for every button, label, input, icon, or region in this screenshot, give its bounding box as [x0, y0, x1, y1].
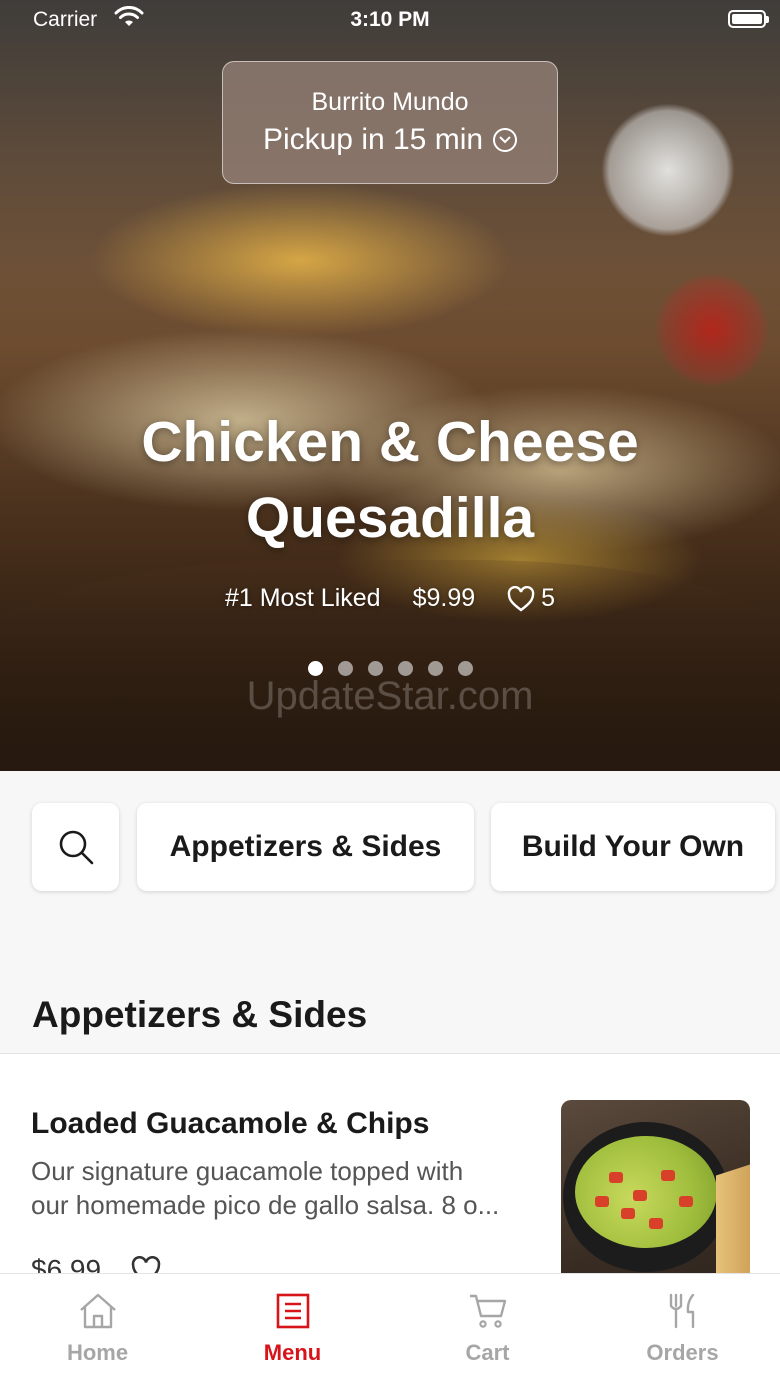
- pickup-time-row: Pickup in 15 min: [223, 123, 557, 157]
- item-description-line1: Our signature guacamole topped with: [31, 1156, 464, 1186]
- cart-icon: [469, 1294, 506, 1328]
- hero-like[interactable]: 5: [507, 584, 555, 613]
- section-title: Appetizers & Sides: [32, 994, 368, 1035]
- home-icon: [79, 1293, 116, 1329]
- hero-title-line1: Chicken & Cheese: [141, 410, 639, 474]
- category-chips: Appetizers & Sides Build Your Own: [0, 771, 780, 951]
- heart-icon: [507, 585, 535, 612]
- heart-icon[interactable]: [131, 1256, 161, 1274]
- clock: 3:10 PM: [350, 8, 430, 31]
- tab-home[interactable]: Home: [0, 1274, 195, 1387]
- status-bar: Carrier 3:10 PM: [0, 0, 780, 40]
- watermark: UpdateStar.com: [246, 674, 534, 718]
- orders-icon: [669, 1293, 694, 1329]
- tab-cart[interactable]: Cart: [390, 1274, 585, 1387]
- search-icon: [59, 830, 93, 865]
- item-price: $6.99: [31, 1254, 102, 1274]
- hero-meta: #1 Most Liked $9.99 5: [0, 584, 780, 613]
- like-count: 5: [541, 584, 556, 612]
- hero-banner[interactable]: Carrier 3:10 PM Burrito Mundo Pickup in …: [0, 0, 780, 771]
- item-description-line2: our homemade pico de gallo salsa. 8 o...: [31, 1190, 500, 1220]
- tab-menu-label: Menu: [263, 1340, 322, 1365]
- hero-title: Chicken & Cheese Quesadilla: [0, 404, 780, 556]
- search-button[interactable]: [32, 803, 119, 891]
- tab-cart-label: Cart: [465, 1340, 510, 1365]
- tab-orders[interactable]: Orders: [585, 1274, 780, 1387]
- item-price-row: $6.99: [31, 1254, 161, 1274]
- chip-build-your-own[interactable]: Build Your Own: [491, 803, 775, 891]
- battery-icon: [728, 10, 769, 28]
- pickup-time: Pickup in 15 min: [262, 123, 484, 156]
- pickup-selector[interactable]: Burrito Mundo Pickup in 15 min: [222, 61, 558, 184]
- chevron-down-icon: [493, 128, 518, 152]
- store-name: Burrito Mundo: [311, 88, 469, 116]
- tab-home-label: Home: [66, 1340, 129, 1365]
- item-photo: [561, 1100, 750, 1274]
- hero-title-line2: Quesadilla: [245, 486, 535, 550]
- tab-orders-label: Orders: [646, 1340, 719, 1365]
- tab-bar: Home Menu Cart Orders: [0, 1273, 780, 1387]
- hero-price: $9.99: [412, 584, 476, 612]
- chip-appetizers-sides[interactable]: Appetizers & Sides: [137, 803, 474, 891]
- item-description: Our signature guacamole topped with our …: [31, 1154, 536, 1222]
- menu-item-card[interactable]: Loaded Guacamole & Chips Our signature g…: [0, 1054, 780, 1274]
- tab-menu[interactable]: Menu: [195, 1274, 390, 1387]
- item-name: Loaded Guacamole & Chips: [31, 1107, 430, 1140]
- hero-badge: #1 Most Liked: [224, 584, 381, 612]
- menu-icon: [276, 1293, 309, 1329]
